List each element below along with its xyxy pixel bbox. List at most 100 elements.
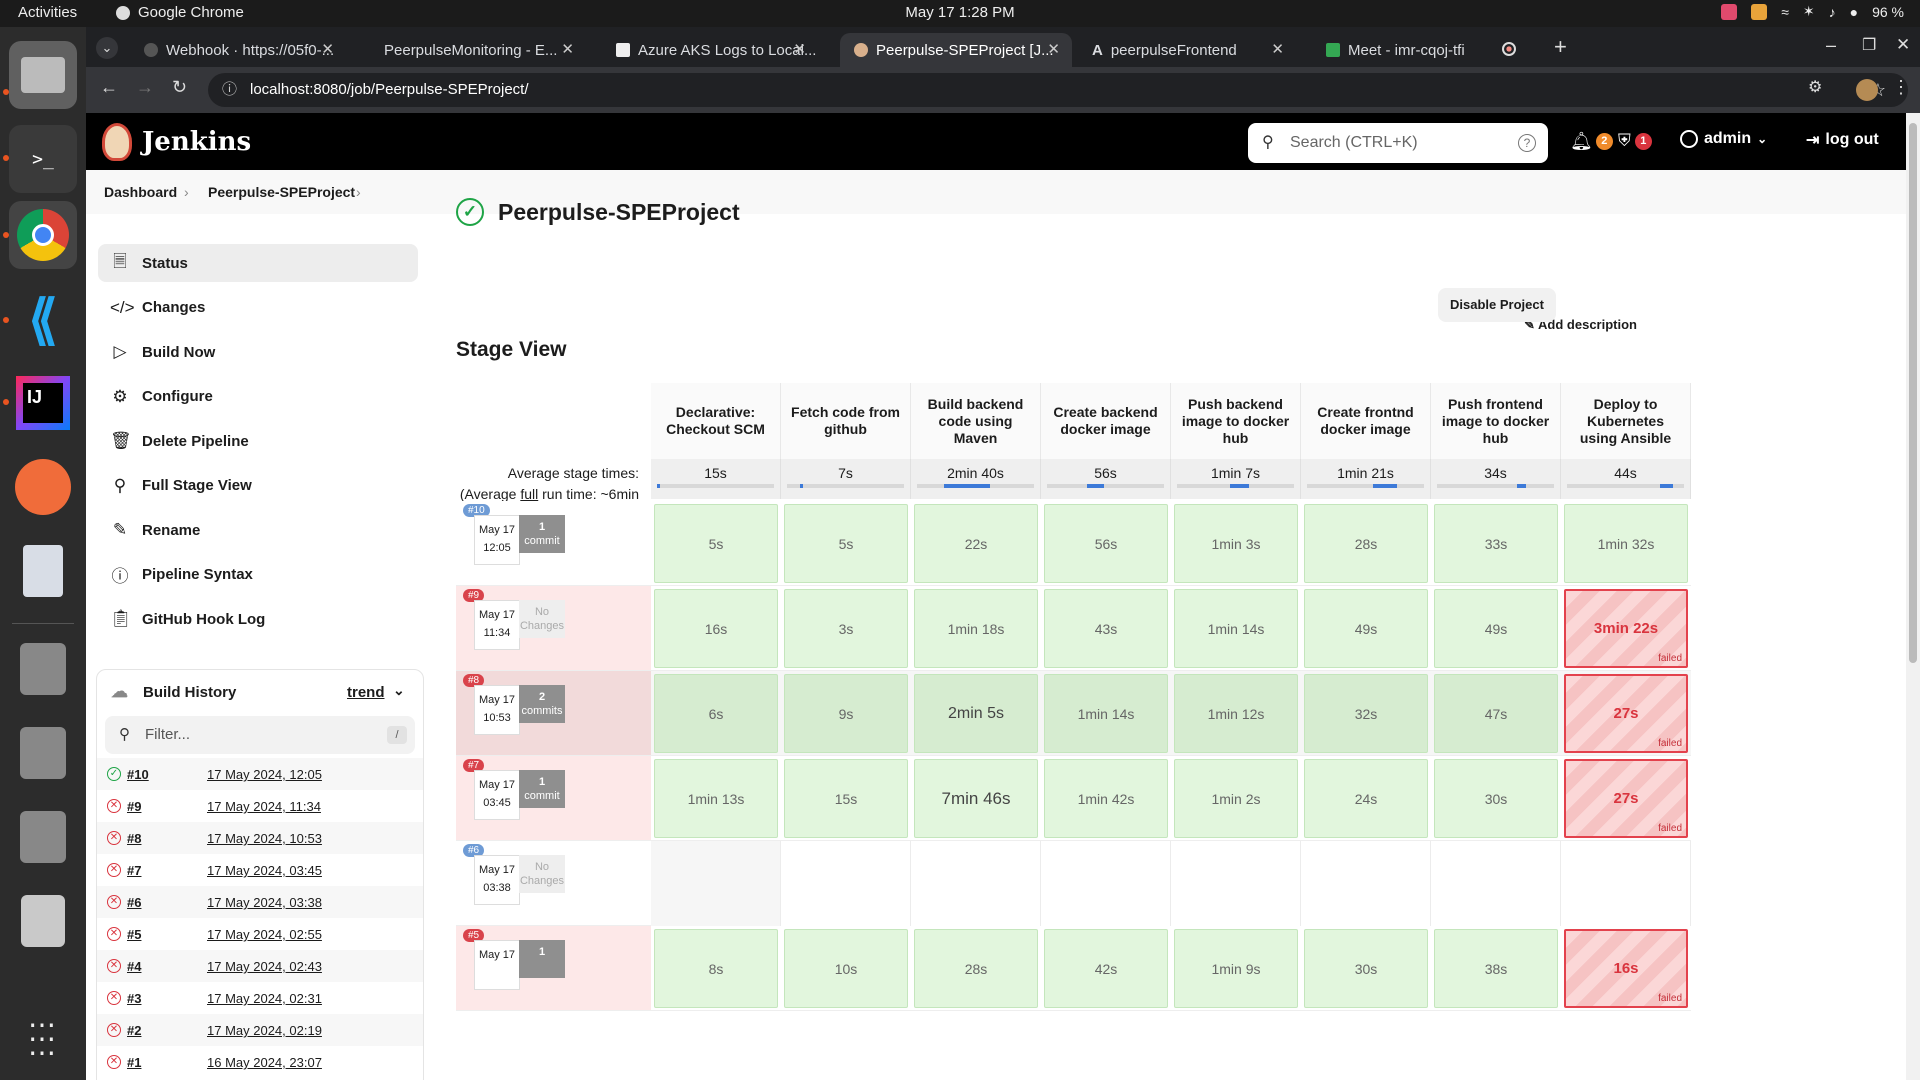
build-number-link[interactable]: #7 — [127, 863, 141, 878]
stage-cell[interactable]: 32s — [1304, 674, 1428, 753]
build-number-link[interactable]: #8 — [127, 831, 141, 846]
sidebar-item-full-stage-view[interactable]: ⚲ Full Stage View — [98, 467, 418, 505]
build-history-row[interactable]: ✕ #5 17 May 2024, 02:55 — [97, 918, 423, 950]
full-run-link[interactable]: full — [520, 486, 538, 502]
chrome-menu-icon[interactable]: ⋮ — [1892, 77, 1910, 98]
terminal-dock-icon[interactable]: >_ — [9, 125, 77, 193]
build-date-link[interactable]: 17 May 2024, 02:31 — [207, 991, 322, 1006]
trend-link[interactable]: trend — [347, 684, 385, 701]
build-date-link[interactable]: 17 May 2024, 02:19 — [207, 1023, 322, 1038]
build-number-link[interactable]: #5 — [127, 927, 141, 942]
extensions-icon[interactable]: ⚙ — [1808, 77, 1822, 97]
build-history-row[interactable]: ✕ #4 17 May 2024, 02:43 — [97, 950, 423, 982]
stage-cell-failed[interactable]: 27s failed — [1564, 674, 1688, 753]
reload-icon[interactable]: ↻ — [172, 77, 187, 98]
back-icon[interactable]: ← — [100, 77, 118, 98]
stage-cell[interactable]: 5s — [784, 504, 908, 583]
profile-avatar[interactable] — [1856, 79, 1878, 101]
tab-search-icon[interactable]: ⌄ — [96, 37, 118, 59]
jenkins-logo-link[interactable]: Jenkins — [102, 123, 251, 161]
logout-link[interactable]: ⇥ log out — [1806, 130, 1879, 150]
stage-cell[interactable]: 16s — [654, 589, 778, 668]
stage-cell[interactable]: 5s — [654, 504, 778, 583]
build-changes[interactable]: No Changes — [519, 600, 565, 638]
tab-jenkins-project[interactable]: Peerpulse-SPEProject [J... ✕ — [840, 33, 1072, 67]
build-run-row[interactable]: #7 May 17 03:45 1 commit — [456, 756, 651, 841]
sidebar-item-configure[interactable]: ⚙ Configure — [98, 378, 418, 416]
stage-cell[interactable]: 1min 14s — [1174, 589, 1298, 668]
stage-cell[interactable]: 10s — [784, 929, 908, 1008]
stage-cell[interactable]: 8s — [654, 929, 778, 1008]
chevron-right-icon[interactable]: › — [356, 184, 361, 200]
build-run-row[interactable]: #5 May 17 1 — [456, 926, 651, 1011]
close-icon[interactable]: ✕ — [1047, 40, 1060, 58]
chevron-down-icon[interactable]: ⌄ — [393, 682, 405, 699]
stage-cell[interactable]: 15s — [784, 759, 908, 838]
close-window-icon[interactable]: ✕ — [1896, 35, 1910, 55]
build-history-row[interactable]: ✕ #2 17 May 2024, 02:19 — [97, 1014, 423, 1046]
stage-cell[interactable]: 7min 46s — [914, 759, 1038, 838]
build-date-link[interactable]: 17 May 2024, 03:45 — [207, 863, 322, 878]
sidebar-item-pipeline-syntax[interactable]: ⓘ Pipeline Syntax — [98, 556, 418, 594]
build-date-link[interactable]: 16 May 2024, 23:07 — [207, 1055, 322, 1070]
build-run-row[interactable]: #9 May 17 11:34 No Changes — [456, 586, 651, 671]
search-input[interactable]: ⚲ Search (CTRL+K) ? — [1248, 123, 1548, 163]
build-date-link[interactable]: 17 May 2024, 12:05 — [207, 767, 322, 782]
stage-cell[interactable]: 28s — [1304, 504, 1428, 583]
build-date-link[interactable]: 17 May 2024, 02:43 — [207, 959, 322, 974]
build-changes[interactable]: No Changes — [519, 855, 565, 893]
build-history-row[interactable]: ✕ #6 17 May 2024, 03:38 — [97, 886, 423, 918]
stage-cell[interactable]: 49s — [1304, 589, 1428, 668]
system-tray[interactable]: ≈ ✶ ♪ ● 96 % — [1721, 3, 1904, 20]
stage-cell[interactable]: 1min 42s — [1044, 759, 1168, 838]
build-number-link[interactable]: #1 — [127, 1055, 141, 1070]
stage-cell[interactable]: 1min 3s — [1174, 504, 1298, 583]
build-run-row[interactable]: #8 May 17 10:53 2 commits — [456, 671, 651, 756]
stage-cell[interactable]: 30s — [1304, 929, 1428, 1008]
notifications-button[interactable]: 🔔︎ 2 — [1570, 131, 1613, 152]
sidebar-item-status[interactable]: 🗏︎ Status — [98, 244, 418, 282]
build-history-row[interactable]: ✓ #10 17 May 2024, 12:05 — [97, 758, 423, 790]
sidebar-item-build-now[interactable]: ▷ Build Now — [98, 333, 418, 371]
build-history-row[interactable]: ✕ #1 16 May 2024, 23:07 — [97, 1046, 423, 1078]
tab-peerpulse-monitoring[interactable]: PeerpulseMonitoring - E... ✕ — [370, 33, 586, 67]
forward-icon[interactable]: → — [136, 77, 154, 98]
files-dock-icon[interactable] — [9, 41, 77, 109]
stage-cell[interactable]: 43s — [1044, 589, 1168, 668]
tab-azure-aks[interactable]: Azure AKS Logs to Local... ✕ — [602, 33, 818, 67]
clock[interactable]: May 17 1:28 PM — [905, 4, 1014, 21]
stage-cell[interactable]: 1min 9s — [1174, 929, 1298, 1008]
stage-cell[interactable]: 24s — [1304, 759, 1428, 838]
maximize-icon[interactable]: ❐ — [1862, 35, 1876, 55]
stage-cell[interactable]: 33s — [1434, 504, 1558, 583]
build-filter-input[interactable]: ⚲ Filter... / — [105, 716, 415, 754]
build-run-row[interactable]: #10 May 17 12:05 1 commit — [456, 501, 651, 586]
stage-cell[interactable]: 1min 12s — [1174, 674, 1298, 753]
build-number-link[interactable]: #3 — [127, 991, 141, 1006]
close-icon[interactable]: ✕ — [561, 40, 574, 58]
stage-cell[interactable]: 47s — [1434, 674, 1558, 753]
disk-dock-icon[interactable] — [9, 635, 77, 703]
help-icon[interactable]: ? — [1518, 134, 1536, 152]
build-history-row[interactable]: ✕ #8 17 May 2024, 10:53 — [97, 822, 423, 854]
build-changes[interactable]: 1 commit — [519, 770, 565, 808]
stage-cell-failed[interactable]: 27s failed — [1564, 759, 1688, 838]
stage-cell[interactable]: 6s — [654, 674, 778, 753]
tab-webhook[interactable]: Webhook · https://05f0-... ✕ — [130, 33, 346, 67]
sidebar-item-github-hook-log[interactable]: 📋︎ GitHub Hook Log — [98, 600, 418, 638]
build-run-row[interactable]: #6 May 17 03:38 No Changes — [456, 841, 651, 926]
build-date-link[interactable]: 17 May 2024, 10:53 — [207, 831, 322, 846]
vscode-dock-icon[interactable]: ⟪ — [9, 285, 77, 353]
sidebar-item-rename[interactable]: ✎ Rename — [98, 511, 418, 549]
stage-cell[interactable]: 56s — [1044, 504, 1168, 583]
stage-cell[interactable]: 1min 14s — [1044, 674, 1168, 753]
build-date-link[interactable]: 17 May 2024, 03:38 — [207, 895, 322, 910]
stage-cell[interactable]: 2min 5s — [914, 674, 1038, 753]
stage-cell[interactable]: 1min 2s — [1174, 759, 1298, 838]
stage-cell[interactable]: 1min 32s — [1564, 504, 1688, 583]
app-menu[interactable]: Google Chrome — [116, 4, 244, 21]
show-apps-icon[interactable]: ⋯ ⋯ ⋯ — [9, 1005, 77, 1073]
stage-cell-failed[interactable]: 3min 22s failed — [1564, 589, 1688, 668]
build-history-row[interactable]: ✕ #9 17 May 2024, 11:34 — [97, 790, 423, 822]
disable-project-button[interactable]: Disable Project — [1438, 288, 1556, 322]
